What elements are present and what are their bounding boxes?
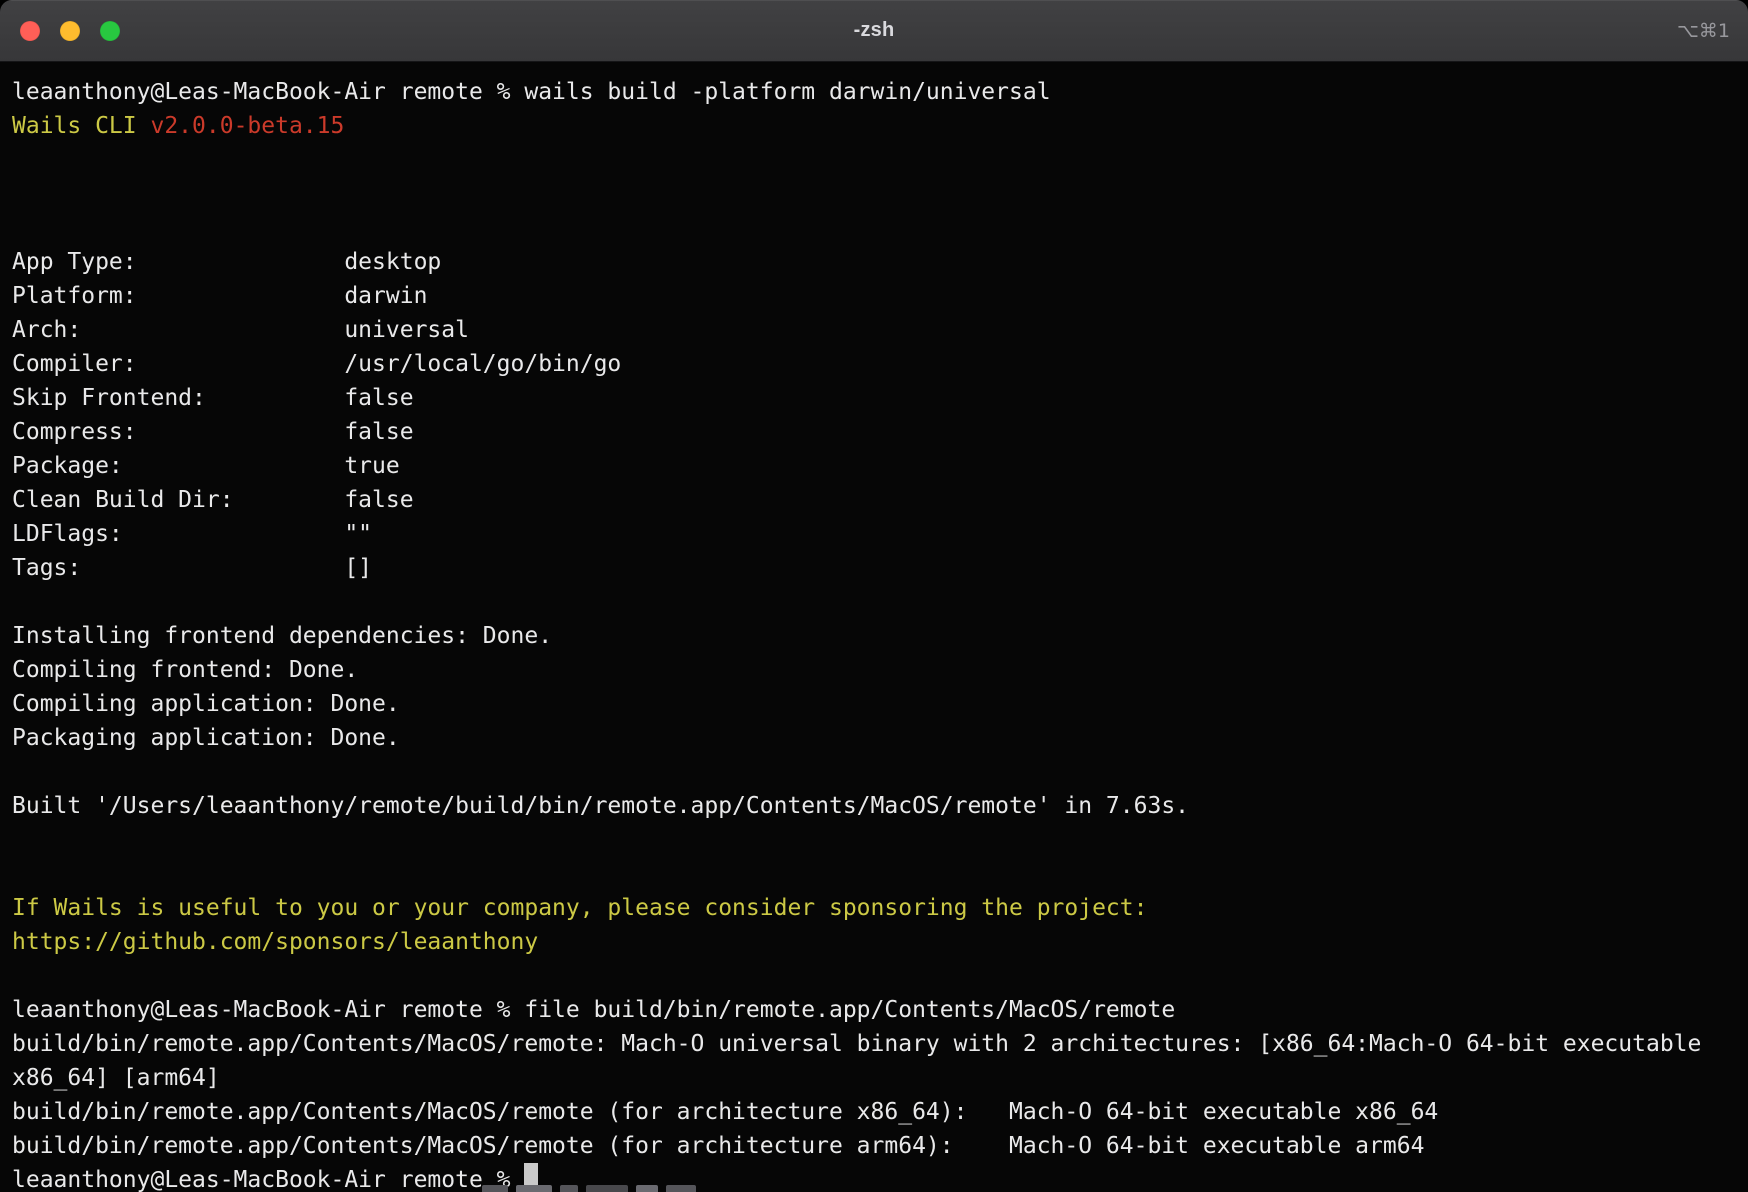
terminal-line (12, 959, 1738, 993)
terminal-text-segment: Compiler: /usr/local/go/bin/go (12, 351, 621, 377)
terminal-line (12, 857, 1738, 891)
terminal-line: Wails CLI v2.0.0-beta.15 (12, 109, 1738, 143)
terminal-line: x86_64] [arm64] (12, 1061, 1738, 1095)
terminal-text-segment: leaanthony@Leas-MacBook-Air remote % fil… (12, 997, 1175, 1023)
clipped-glyph-fragment (482, 1185, 696, 1192)
window-controls (20, 21, 120, 41)
terminal-text-segment: https://github.com/sponsors/leaanthony (12, 929, 538, 955)
terminal-line: build/bin/remote.app/Contents/MacOS/remo… (12, 1129, 1738, 1163)
terminal-line: Compress: false (12, 415, 1738, 449)
zoom-button[interactable] (100, 21, 120, 41)
terminal-text-segment: Clean Build Dir: false (12, 487, 414, 513)
terminal-text-segment: Installing frontend dependencies: Done. (12, 623, 552, 649)
terminal-line: Installing frontend dependencies: Done. (12, 619, 1738, 653)
terminal-output[interactable]: leaanthony@Leas-MacBook-Air remote % wai… (0, 62, 1748, 1192)
terminal-line: build/bin/remote.app/Contents/MacOS/remo… (12, 1095, 1738, 1129)
terminal-line (12, 755, 1738, 789)
terminal-text-segment: LDFlags: "" (12, 521, 372, 547)
terminal-line: Arch: universal (12, 313, 1738, 347)
terminal-line: build/bin/remote.app/Contents/MacOS/remo… (12, 1027, 1738, 1061)
terminal-line: leaanthony@Leas-MacBook-Air remote % fil… (12, 993, 1738, 1027)
terminal-text-segment: App Type: desktop (12, 249, 441, 275)
terminal-window: -zsh ⌥⌘1 leaanthony@Leas-MacBook-Air rem… (0, 0, 1748, 1192)
terminal-text-segment: Arch: universal (12, 317, 469, 343)
terminal-line: Compiler: /usr/local/go/bin/go (12, 347, 1738, 381)
terminal-line: LDFlags: "" (12, 517, 1738, 551)
terminal-line: https://github.com/sponsors/leaanthony (12, 925, 1738, 959)
terminal-text-segment: leaanthony@Leas-MacBook-Air remote % wai… (12, 79, 1051, 105)
terminal-line: Clean Build Dir: false (12, 483, 1738, 517)
terminal-text-segment: Compress: false (12, 419, 414, 445)
terminal-line: Skip Frontend: false (12, 381, 1738, 415)
terminal-line: Compiling application: Done. (12, 687, 1738, 721)
terminal-line: leaanthony@Leas-MacBook-Air remote % wai… (12, 75, 1738, 109)
terminal-line: Packaging application: Done. (12, 721, 1738, 755)
titlebar[interactable]: -zsh ⌥⌘1 (0, 0, 1748, 62)
terminal-text-segment: Packaging application: Done. (12, 725, 400, 751)
terminal-line: Tags: [] (12, 551, 1738, 585)
terminal-text-segment: Platform: darwin (12, 283, 427, 309)
terminal-text-segment: Package: true (12, 453, 400, 479)
terminal-line (12, 177, 1738, 211)
terminal-line (12, 823, 1738, 857)
terminal-line: leaanthony@Leas-MacBook-Air remote % (12, 1163, 1738, 1192)
terminal-line: Compiling frontend: Done. (12, 653, 1738, 687)
terminal-text-segment: Compiling application: Done. (12, 691, 400, 717)
close-button[interactable] (20, 21, 40, 41)
terminal-text-segment: Tags: [] (12, 555, 372, 581)
terminal-line (12, 585, 1738, 619)
terminal-text-segment: x86_64] [arm64] (12, 1065, 220, 1091)
window-title: -zsh (0, 19, 1748, 42)
terminal-line (12, 143, 1738, 177)
minimize-button[interactable] (60, 21, 80, 41)
terminal-line: Platform: darwin (12, 279, 1738, 313)
terminal-line (12, 211, 1738, 245)
terminal-text-segment: Wails CLI (12, 113, 150, 139)
terminal-line: Built '/Users/leaanthony/remote/build/bi… (12, 789, 1738, 823)
terminal-text-segment: v2.0.0-beta.15 (150, 113, 344, 139)
terminal-text-segment: build/bin/remote.app/Contents/MacOS/remo… (12, 1133, 1424, 1159)
terminal-text-segment: Built '/Users/leaanthony/remote/build/bi… (12, 793, 1189, 819)
terminal-text-segment: If Wails is useful to you or your compan… (12, 895, 1147, 921)
terminal-line: App Type: desktop (12, 245, 1738, 279)
terminal-text-segment: Compiling frontend: Done. (12, 657, 358, 683)
terminal-line: If Wails is useful to you or your compan… (12, 891, 1738, 925)
terminal-text-segment: build/bin/remote.app/Contents/MacOS/remo… (12, 1031, 1701, 1057)
terminal-line: Package: true (12, 449, 1738, 483)
terminal-text-segment: leaanthony@Leas-MacBook-Air remote % (12, 1167, 524, 1192)
tab-shortcut-hint: ⌥⌘1 (1677, 0, 1730, 61)
terminal-text-segment: build/bin/remote.app/Contents/MacOS/remo… (12, 1099, 1438, 1125)
terminal-text-segment: Skip Frontend: false (12, 385, 414, 411)
